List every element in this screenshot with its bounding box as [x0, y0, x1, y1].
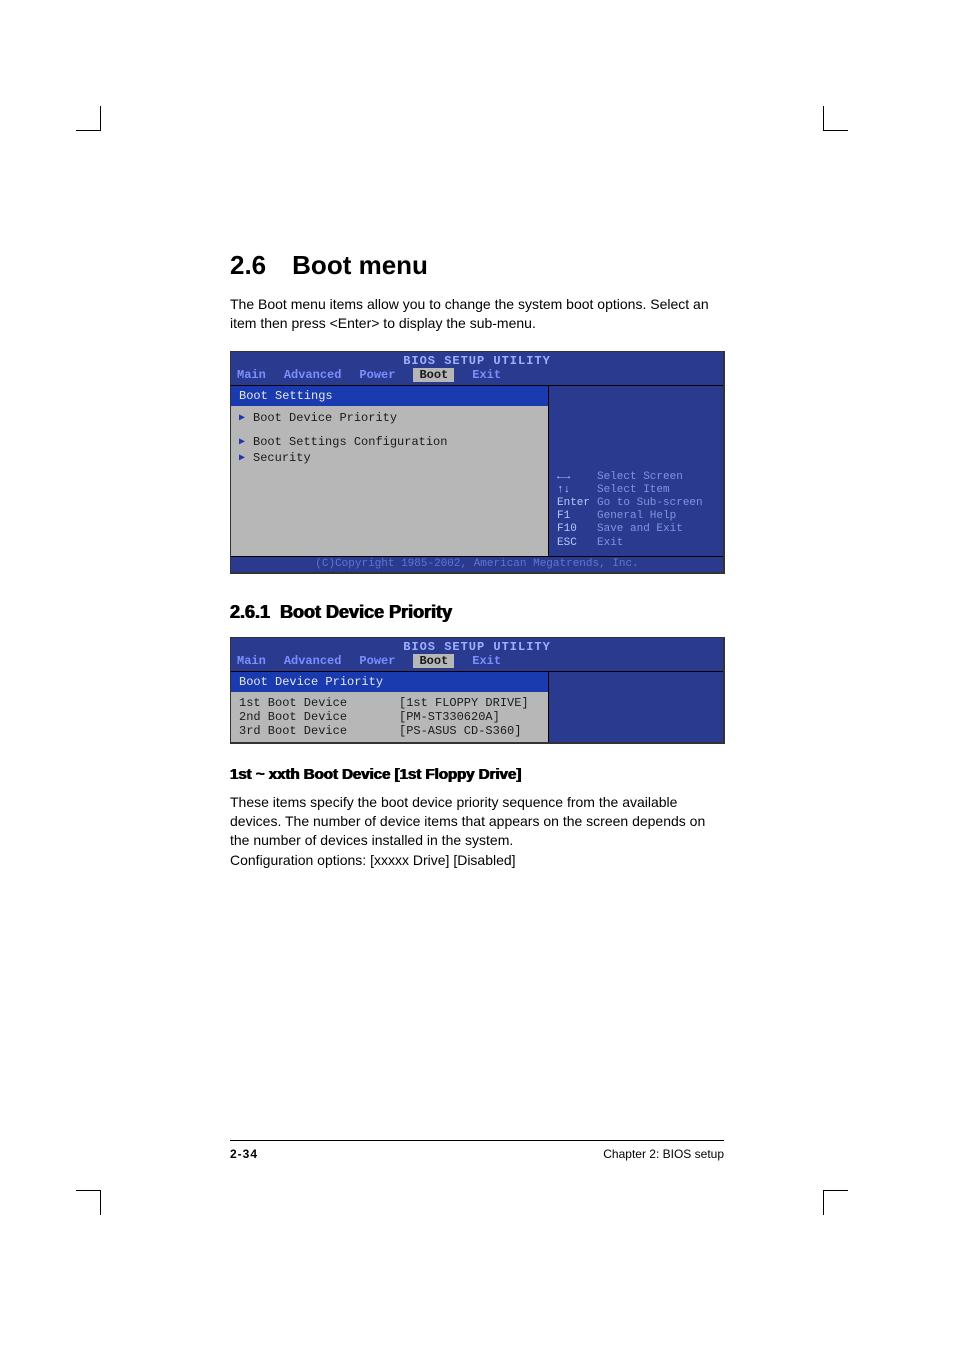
help-key: F10	[557, 523, 591, 536]
tab-main: Main	[237, 654, 266, 668]
bios-help-legend: ←→ Select Screen ↑↓ Select Item Enter Go to…	[557, 471, 703, 550]
help-row: ←→ Select Screen	[557, 471, 703, 484]
section-heading: 2.6 Boot menu	[230, 250, 724, 281]
bios-menu-item: ▶ Security	[239, 450, 540, 466]
tab-power: Power	[359, 654, 395, 668]
page: 2.6 Boot menu The Boot menu items allow y…	[0, 0, 954, 1351]
help-text: Go to Sub-screen	[597, 497, 703, 510]
section-title: Boot menu	[292, 250, 428, 280]
bios-menu-item: ▶ Boot Device Priority	[239, 410, 540, 426]
triangle-right-icon: ▶	[239, 412, 245, 424]
bios-left-pane: Boot Device Priority 1st Boot Device[1st…	[231, 672, 548, 742]
boot-device-row: 2nd Boot Device[PM-ST330620A]	[239, 710, 540, 724]
triangle-right-icon: ▶	[239, 436, 245, 448]
help-text: Select Item	[597, 484, 670, 497]
intro-paragraph: The Boot menu items allow you to change …	[230, 295, 724, 333]
help-text: Select Screen	[597, 471, 683, 484]
chapter-label: Chapter 2: BIOS setup	[603, 1147, 724, 1161]
crop-mark	[823, 106, 848, 131]
bios-screenshot-1: BIOS SETUP UTILITY Main Advanced Power B…	[230, 351, 725, 574]
bios-right-pane	[548, 672, 723, 742]
page-number: 2-34	[230, 1147, 258, 1161]
boot-device-row: 3rd Boot Device[PS-ASUS CD-S360]	[239, 724, 540, 738]
bios-body: Boot Settings ▶ Boot Device Priority ▶ B…	[231, 385, 723, 556]
crop-mark	[76, 1190, 101, 1215]
tab-boot: Boot	[413, 654, 454, 668]
help-row: Enter Go to Sub-screen	[557, 497, 703, 510]
option-paragraph-2: Configuration options: [xxxxx Drive] [Di…	[230, 851, 724, 870]
bios-item-label: Security	[253, 451, 311, 465]
row-value: [PM-ST330620A]	[399, 710, 500, 724]
help-text: General Help	[597, 510, 676, 523]
crop-mark	[76, 106, 101, 131]
tab-main: Main	[237, 368, 266, 382]
tab-advanced: Advanced	[284, 654, 342, 668]
option-heading: 1st ~ xxth Boot Device [1st Floppy Drive…	[230, 766, 724, 783]
row-key: 2nd Boot Device	[239, 710, 399, 724]
tab-boot: Boot	[413, 368, 454, 382]
bios-item-label: Boot Device Priority	[253, 411, 397, 425]
row-value: [PS-ASUS CD-S360]	[399, 724, 521, 738]
help-text: Exit	[597, 537, 623, 550]
row-key: 1st Boot Device	[239, 696, 399, 710]
help-key: ESC	[557, 537, 591, 550]
bios-right-pane: ←→ Select Screen ↑↓ Select Item Enter Go to…	[548, 386, 723, 556]
bios-screenshot-2: BIOS SETUP UTILITY Main Advanced Power B…	[230, 637, 725, 744]
option-paragraph-1: These items specify the boot device prio…	[230, 793, 724, 850]
bios-body: Boot Device Priority 1st Boot Device[1st…	[231, 671, 723, 742]
help-text: Save and Exit	[597, 523, 683, 536]
bios-left-pane: Boot Settings ▶ Boot Device Priority ▶ B…	[231, 386, 548, 556]
section-number: 2.6	[230, 250, 266, 280]
page-footer: 2-34 Chapter 2: BIOS setup	[230, 1140, 724, 1161]
row-key: 3rd Boot Device	[239, 724, 399, 738]
triangle-right-icon: ▶	[239, 452, 245, 464]
help-row: ESC Exit	[557, 537, 703, 550]
crop-mark	[823, 1190, 848, 1215]
bios-menu-item: ▶ Boot Settings Configuration	[239, 434, 540, 450]
tab-exit: Exit	[472, 654, 501, 668]
help-key: ↑↓	[557, 484, 591, 497]
bios-title: BIOS SETUP UTILITY	[231, 638, 723, 654]
bios-title: BIOS SETUP UTILITY	[231, 352, 723, 368]
tab-advanced: Advanced	[284, 368, 342, 382]
help-key: F1	[557, 510, 591, 523]
bios-pane-header: Boot Settings	[231, 386, 548, 406]
bios-rows: 1st Boot Device[1st FLOPPY DRIVE] 2nd Bo…	[231, 692, 548, 742]
tab-exit: Exit	[472, 368, 501, 382]
content-area: 2.6 Boot menu The Boot menu items allow y…	[230, 250, 724, 888]
tab-power: Power	[359, 368, 395, 382]
boot-device-row: 1st Boot Device[1st FLOPPY DRIVE]	[239, 696, 540, 710]
subsection-title: Boot Device Priority	[280, 602, 452, 622]
help-row: F10 Save and Exit	[557, 523, 703, 536]
help-row: ↑↓ Select Item	[557, 484, 703, 497]
subsection-heading: 2.6.1 Boot Device Priority	[230, 602, 724, 623]
bios-items: ▶ Boot Device Priority ▶ Boot Settings C…	[231, 406, 548, 470]
row-value: [1st FLOPPY DRIVE]	[399, 696, 529, 710]
bios-copyright: (C)Copyright 1985-2002, American Megatre…	[231, 556, 723, 572]
bios-tabs: Main Advanced Power Boot Exit	[231, 368, 723, 385]
help-key: Enter	[557, 497, 591, 510]
bios-pane-header: Boot Device Priority	[231, 672, 548, 692]
bios-item-label: Boot Settings Configuration	[253, 435, 447, 449]
subsection-number: 2.6.1	[230, 602, 270, 622]
help-key: ←→	[557, 471, 591, 484]
bios-tabs: Main Advanced Power Boot Exit	[231, 654, 723, 671]
help-row: F1 General Help	[557, 510, 703, 523]
